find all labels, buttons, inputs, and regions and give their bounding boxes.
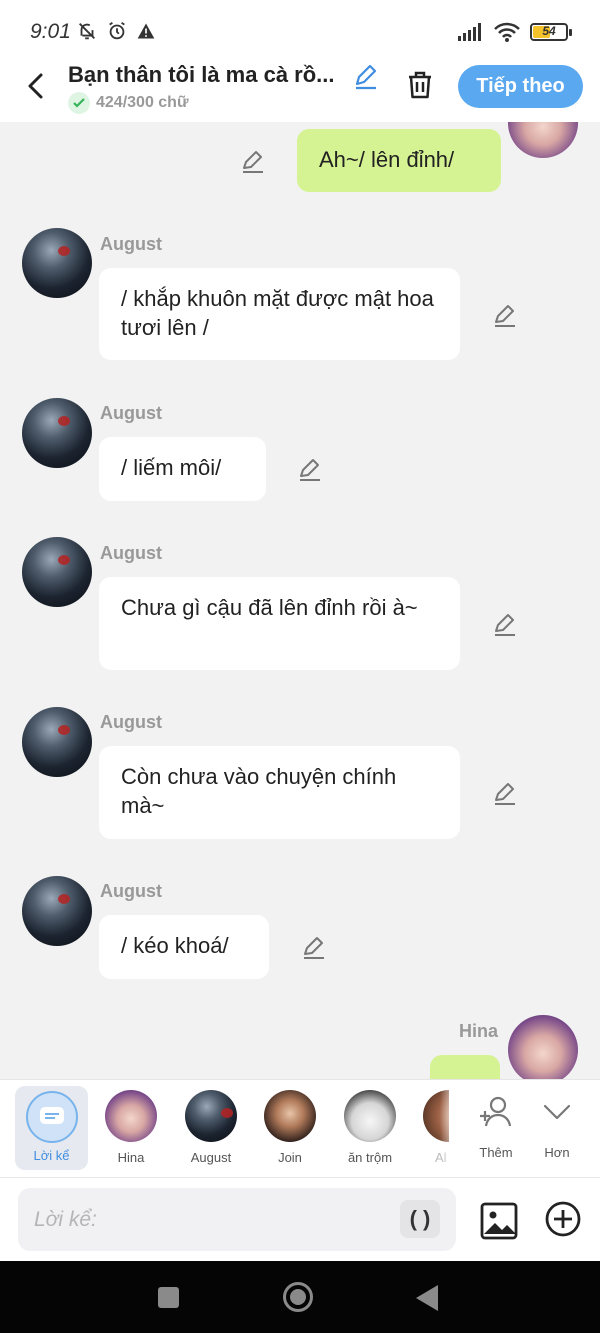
plus-circle-icon[interactable] — [544, 1200, 582, 1238]
message-bubble[interactable]: Còn chưa vào chuyện chính mà~ — [99, 746, 460, 839]
avatar-august[interactable] — [22, 228, 92, 298]
character-thief[interactable]: ăn trộm — [334, 1090, 406, 1170]
avatar-august[interactable] — [22, 398, 92, 468]
character-label: Join — [278, 1150, 302, 1165]
muted-bell-icon — [79, 23, 95, 40]
character-label: August — [190, 1150, 232, 1165]
message-bubble[interactable]: Chưa gì cậu đã lên đỉnh rồi à~ — [99, 577, 460, 670]
message-bubble[interactable]: / liếm môi/ — [99, 437, 266, 501]
back-button[interactable] — [20, 68, 50, 104]
sender-name: August — [100, 881, 162, 901]
scroll-fade — [440, 1080, 462, 1177]
status-right-icons: 54 — [458, 22, 572, 42]
chevron-down-icon — [543, 1104, 571, 1120]
avatar-hina — [105, 1090, 157, 1142]
image-icon[interactable] — [478, 1200, 520, 1242]
message-bubble[interactable]: / khắp khuôn mặt được mật hoa tươi lên / — [99, 268, 460, 360]
trash-icon[interactable] — [403, 68, 437, 102]
narrator-label: Lời kể — [33, 1148, 70, 1163]
status-time: 9:01 — [30, 20, 71, 43]
message-bubble-user[interactable] — [430, 1055, 500, 1079]
chat-area[interactable]: Ah~/ lên đỉnh/ August / khắp khuôn mặt đ… — [0, 122, 600, 1079]
battery-icon: 54 — [530, 23, 572, 41]
system-nav-bar — [0, 1261, 600, 1333]
edit-message-icon[interactable] — [301, 934, 327, 960]
edit-message-icon[interactable] — [492, 780, 518, 806]
battery-tip — [569, 29, 572, 36]
alarm-icon — [109, 21, 125, 40]
word-count: 424/300 chữ — [96, 94, 189, 111]
word-count-row: 424/300 chữ — [68, 92, 189, 114]
character-join[interactable]: Join — [254, 1090, 326, 1170]
edit-message-icon[interactable] — [492, 302, 518, 328]
character-label: Hina — [117, 1150, 145, 1165]
sender-name: August — [100, 403, 162, 423]
sender-name: August — [100, 234, 162, 254]
message-bubble-user[interactable]: Ah~/ lên đỉnh/ — [297, 129, 501, 192]
person-add-icon — [480, 1096, 512, 1127]
message-input[interactable] — [18, 1188, 456, 1251]
battery-text: 54 — [542, 24, 556, 38]
input-bar: ( ) — [0, 1177, 600, 1261]
parentheses-button[interactable]: ( ) — [400, 1200, 440, 1238]
status-left-icons — [76, 20, 156, 42]
avatar-thief — [344, 1090, 396, 1142]
character-bar: Lời kể Hina August Join ăn trộm Al Thêm … — [0, 1079, 600, 1177]
sender-name: August — [100, 712, 162, 732]
chat-header: Bạn thân tôi là ma cà rồ... 424/300 chữ … — [0, 52, 600, 122]
edit-message-icon[interactable] — [297, 456, 323, 482]
narrator-selector[interactable]: Lời kể — [15, 1086, 88, 1170]
back-arrow-icon — [28, 73, 43, 99]
check-icon — [68, 92, 90, 114]
home-button[interactable] — [283, 1282, 313, 1312]
recents-button[interactable] — [158, 1287, 179, 1308]
avatar-august[interactable] — [22, 876, 92, 946]
character-august[interactable]: August — [175, 1090, 247, 1170]
signal-icon — [458, 23, 481, 41]
message-bubble[interactable]: / kéo khoá/ — [99, 915, 269, 979]
avatar-hina — [508, 122, 578, 158]
chat-title: Bạn thân tôi là ma cà rồ... — [68, 62, 335, 87]
chat-bubble-icon — [25, 1091, 78, 1143]
character-hina[interactable]: Hina — [95, 1090, 167, 1170]
collapse-label: Hơn — [544, 1145, 570, 1160]
sender-name: August — [100, 543, 162, 563]
edit-message-icon[interactable] — [240, 148, 266, 174]
warning-icon — [137, 23, 155, 39]
avatar-august — [185, 1090, 237, 1142]
avatar-august[interactable] — [22, 707, 92, 777]
collapse-button[interactable]: Hơn — [521, 1090, 593, 1170]
character-label: ăn trộm — [347, 1150, 393, 1165]
avatar-join — [264, 1090, 316, 1142]
edit-message-icon[interactable] — [492, 611, 518, 637]
avatar-august[interactable] — [22, 537, 92, 607]
next-button[interactable]: Tiếp theo — [458, 65, 583, 108]
sender-name: Hina — [459, 1021, 499, 1041]
system-back-button[interactable] — [416, 1285, 438, 1311]
avatar-hina[interactable] — [508, 1015, 578, 1079]
wifi-icon — [494, 22, 520, 42]
title-edit-icon[interactable] — [352, 62, 380, 90]
